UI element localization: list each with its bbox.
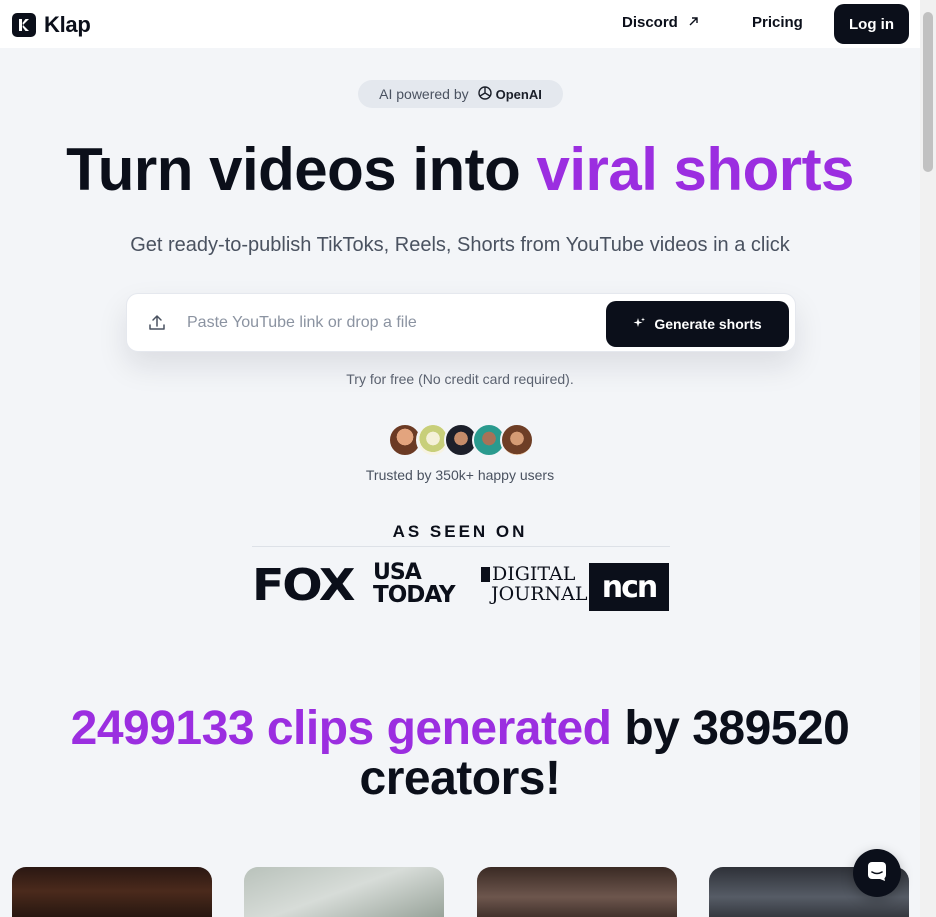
trusted-by-text: Trusted by 350k+ happy users bbox=[365, 467, 555, 483]
top-navbar: Klap Discord Pricing Log in bbox=[0, 0, 920, 48]
scrollbar-thumb[interactable] bbox=[923, 12, 933, 172]
hero-subtitle: Get ready-to-publish TikToks, Reels, Sho… bbox=[130, 234, 790, 256]
youtube-link-input[interactable] bbox=[187, 306, 597, 340]
clip-thumbnail[interactable] bbox=[244, 867, 444, 917]
stats-headline: 2499133 clips generated by 389520 creato… bbox=[0, 704, 920, 804]
openai-icon bbox=[477, 85, 493, 104]
clips-count: 2499133 bbox=[70, 702, 255, 755]
digital-journal-line2: JOURNAL bbox=[491, 583, 588, 605]
digital-journal-mark bbox=[481, 566, 490, 582]
usa-today-line1: USA bbox=[373, 560, 422, 585]
creators-label: creators! bbox=[359, 752, 561, 805]
chat-icon bbox=[865, 859, 889, 888]
external-link-icon bbox=[688, 14, 699, 31]
video-url-form: Generate shorts bbox=[126, 293, 796, 352]
ai-powered-badge: AI powered by OpenAI bbox=[358, 80, 563, 108]
ncn-logo: ncn bbox=[589, 563, 669, 611]
upload-icon[interactable] bbox=[147, 313, 167, 338]
sparkle-icon bbox=[633, 316, 646, 332]
brand-name: Klap bbox=[44, 12, 91, 37]
divider bbox=[252, 546, 670, 547]
stats-by: by bbox=[624, 702, 680, 755]
avatar bbox=[500, 423, 534, 457]
generate-shorts-label: Generate shorts bbox=[654, 316, 762, 332]
clips-label: clips generated bbox=[266, 702, 612, 755]
nav-pricing-link[interactable]: Pricing bbox=[752, 14, 803, 31]
clip-thumbnail[interactable] bbox=[12, 867, 212, 917]
hero-title-accent: viral shorts bbox=[536, 136, 854, 203]
user-avatars bbox=[388, 423, 534, 457]
brand-logo[interactable]: Klap bbox=[12, 12, 91, 38]
openai-logo: OpenAI bbox=[477, 85, 542, 104]
openai-wordmark: OpenAI bbox=[495, 86, 542, 102]
usa-today-logo: USA TODAY bbox=[373, 560, 456, 608]
hero-title: Turn videos into viral shorts bbox=[0, 134, 920, 206]
klap-logo-icon bbox=[12, 13, 36, 37]
hero-title-plain: Turn videos into bbox=[66, 136, 521, 203]
login-button[interactable]: Log in bbox=[834, 4, 909, 44]
creators-count: 389520 bbox=[692, 702, 850, 755]
digital-journal-logo: DIGITAL JOURNAL bbox=[481, 564, 587, 604]
usa-today-line2: TODAY bbox=[373, 582, 456, 608]
generate-shorts-button[interactable]: Generate shorts bbox=[606, 301, 789, 347]
clip-thumbnail[interactable] bbox=[477, 867, 677, 917]
try-free-note: Try for free (No credit card required). bbox=[346, 371, 574, 387]
as-seen-on-title: AS SEEN ON bbox=[392, 522, 528, 541]
nav-discord-label: Discord bbox=[622, 14, 678, 31]
nav-discord-link[interactable]: Discord bbox=[622, 14, 699, 31]
chat-support-button[interactable] bbox=[853, 849, 901, 897]
fox-logo: FOX bbox=[252, 560, 355, 611]
badge-prefix: AI powered by bbox=[379, 86, 469, 102]
digital-journal-line1: DIGITAL bbox=[492, 563, 576, 585]
